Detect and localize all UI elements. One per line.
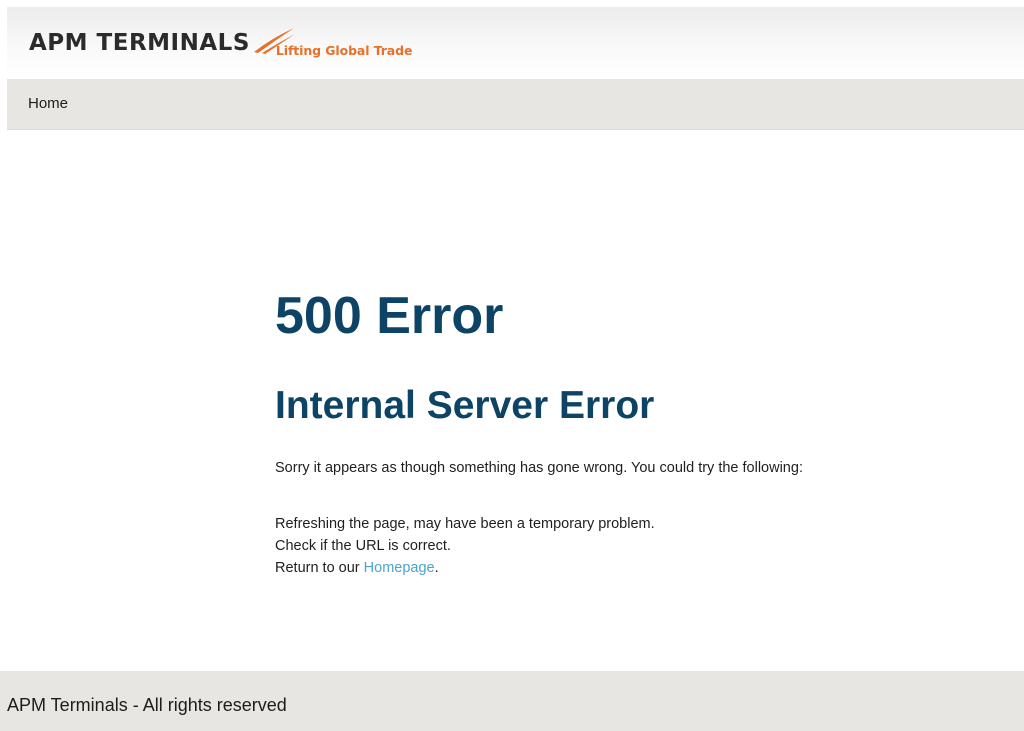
site-header: APM TERMINALS Lifting Global Trade <box>7 7 1024 79</box>
suggestion-return-suffix: . <box>434 560 439 576</box>
site-footer: APM Terminals - All rights reserved <box>0 671 1024 731</box>
suggestion-return-home: Return to our Homepage. <box>275 557 655 579</box>
error-intro-text: Sorry it appears as though something has… <box>275 460 803 476</box>
main-nav: Home <box>7 79 1024 130</box>
nav-item-home[interactable]: Home <box>28 95 68 112</box>
apm-terminals-logo[interactable]: APM TERMINALS Lifting Global Trade <box>29 23 412 63</box>
error-title-heading: Internal Server Error <box>275 384 655 427</box>
suggestion-list: Refreshing the page, may have been a tem… <box>275 513 655 579</box>
suggestion-refresh: Refreshing the page, may have been a tem… <box>275 516 655 532</box>
logo-wordmark: APM TERMINALS <box>29 29 250 56</box>
page: APM TERMINALS Lifting Global Trade Home … <box>0 0 1024 731</box>
logo-tagline: Lifting Global Trade <box>275 42 413 58</box>
suggestion-return-prefix: Return to our <box>275 560 364 576</box>
error-code-heading: 500 Error <box>275 287 504 345</box>
footer-copyright: APM Terminals - All rights reserved <box>7 695 287 715</box>
homepage-link[interactable]: Homepage <box>364 560 435 576</box>
suggestion-check-url: Check if the URL is correct. <box>275 538 451 554</box>
